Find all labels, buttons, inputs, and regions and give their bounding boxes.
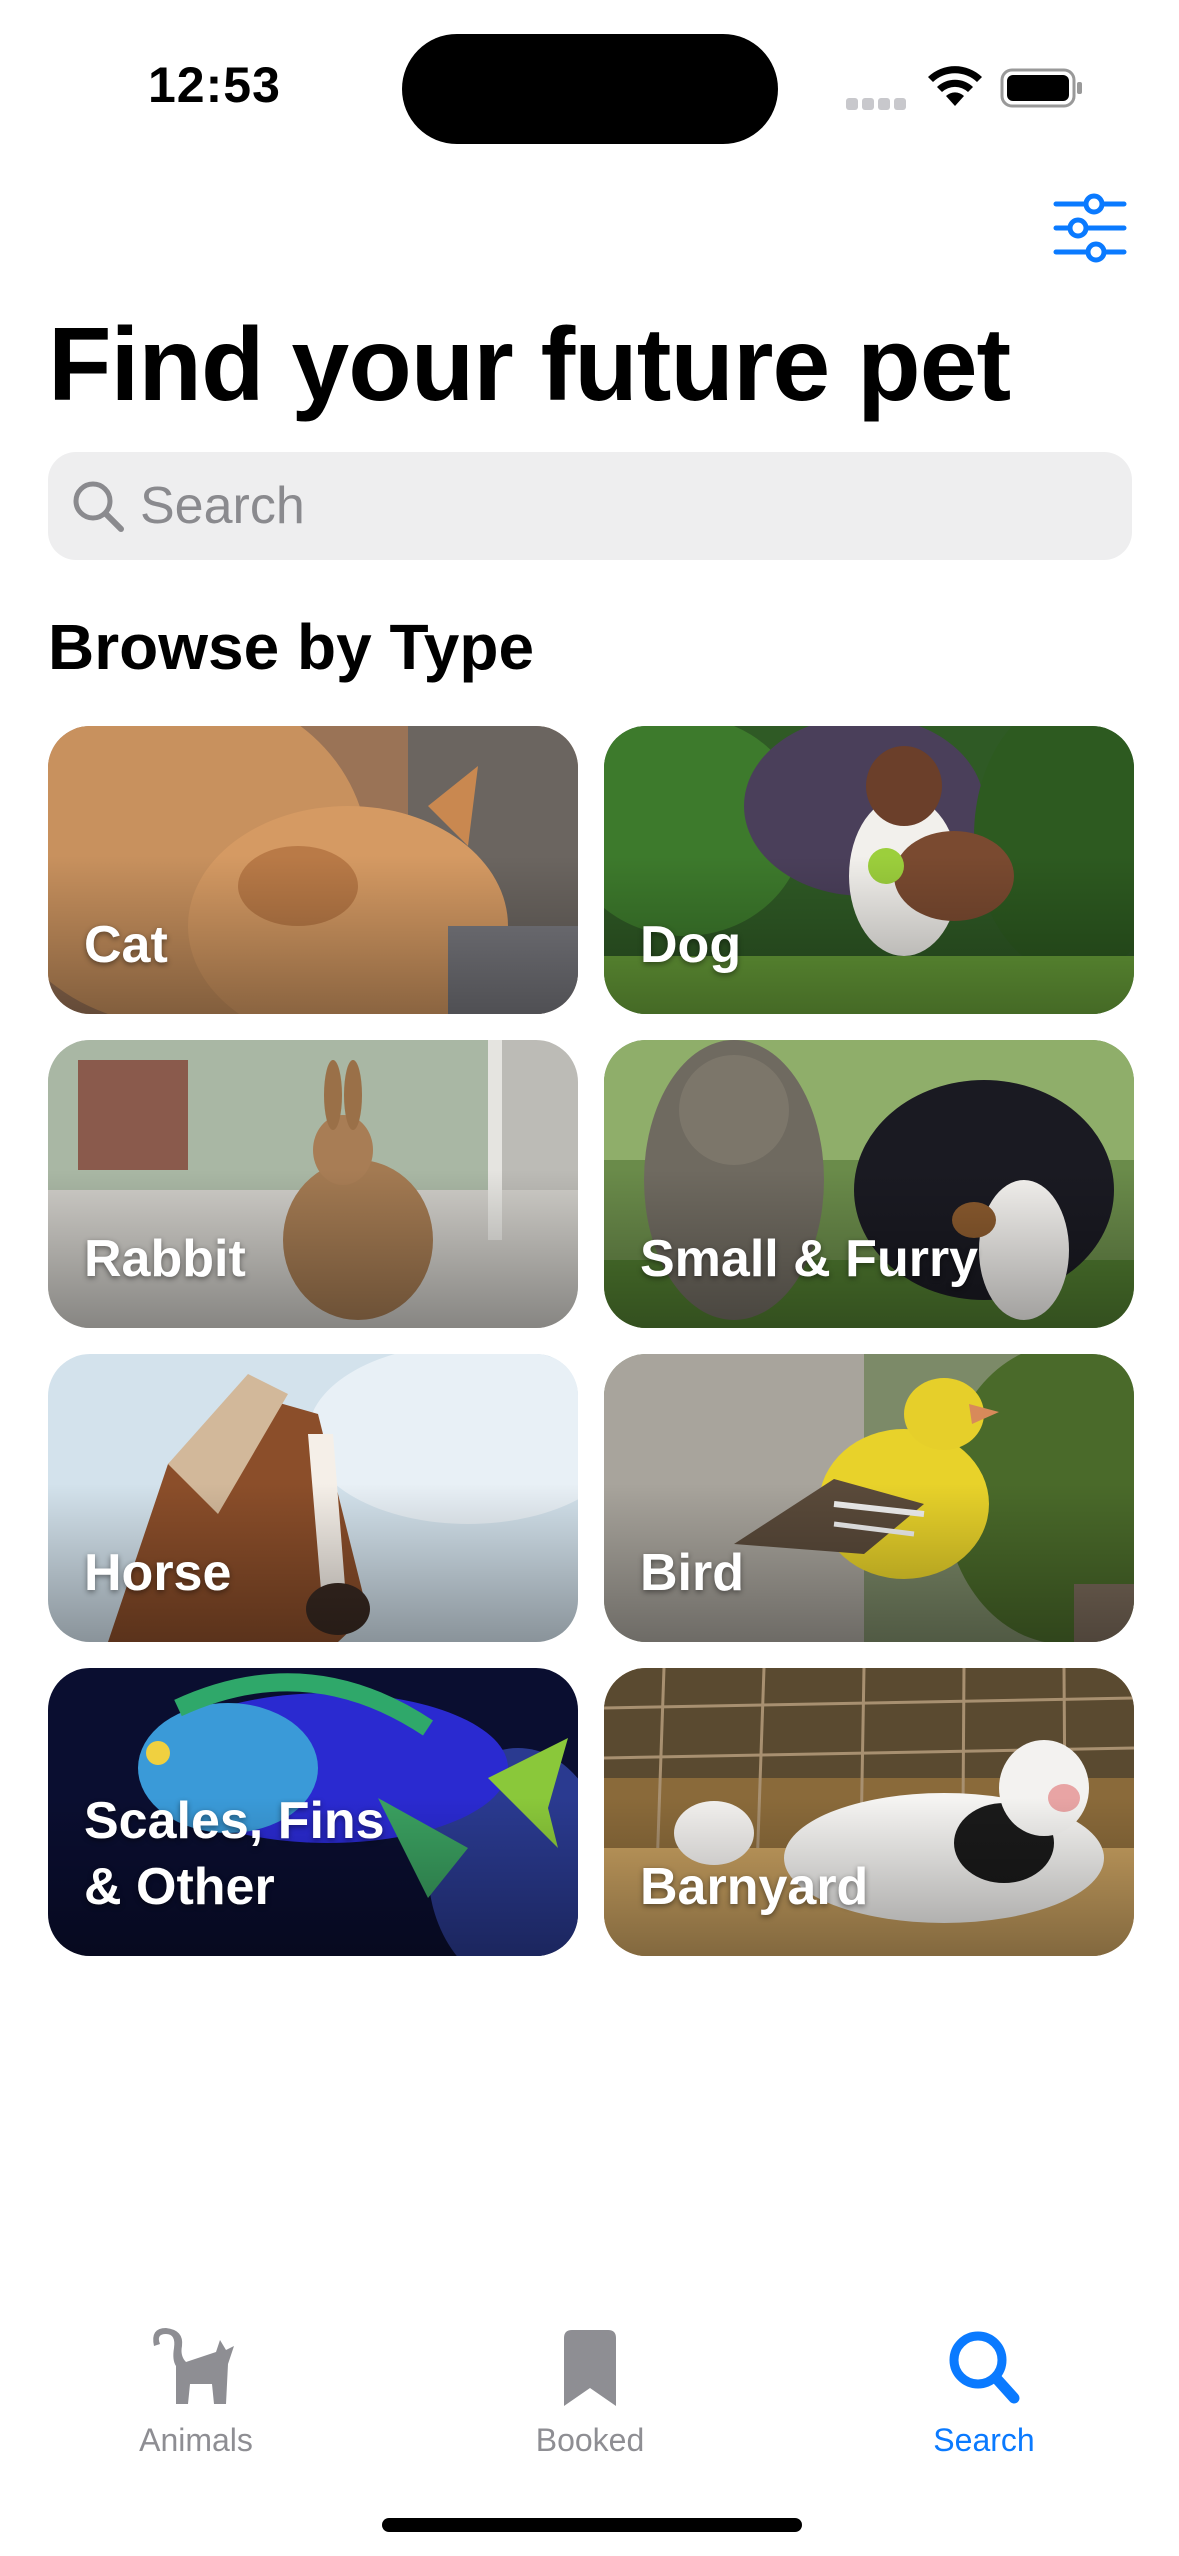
page-title: Find your future pet xyxy=(48,307,1011,423)
home-indicator[interactable] xyxy=(382,2518,802,2532)
screen: 12:53 Find your future pet Search Browse… xyxy=(0,0,1179,2556)
magnifier-icon xyxy=(949,2331,1020,2404)
tab-label: Animals xyxy=(139,2422,253,2458)
type-label: Rabbit xyxy=(84,1230,246,1288)
type-tile-rabbit[interactable]: Rabbit xyxy=(48,1040,578,1328)
type-label: Cat xyxy=(84,916,168,974)
type-grid: Cat Dog Rabbit Small & Furry Horse Bird … xyxy=(48,726,1134,1956)
sliders-icon xyxy=(1053,193,1127,263)
bookmark-icon xyxy=(564,2330,616,2406)
type-label: Barnyard xyxy=(640,1858,869,1916)
type-tile-horse[interactable]: Horse xyxy=(48,1354,578,1642)
search-field[interactable] xyxy=(48,452,1132,560)
filter-button[interactable] xyxy=(1050,192,1130,264)
section-title: Browse by Type xyxy=(48,611,535,683)
type-tile-barnyard[interactable]: Barnyard xyxy=(604,1668,1134,1956)
type-tile-small-furry[interactable]: Small & Furry xyxy=(604,1040,1134,1328)
wifi-icon xyxy=(928,66,982,106)
dynamic-island xyxy=(402,34,778,144)
cellular-signal-icon xyxy=(846,98,906,110)
tab-booked[interactable]: Booked xyxy=(470,2326,710,2476)
type-tile-scales-fins-other[interactable]: Scales, Fins & Other xyxy=(48,1668,578,1956)
search-icon xyxy=(73,481,124,532)
type-label: Horse xyxy=(84,1544,232,1602)
tab-label: Search xyxy=(933,2422,1035,2458)
search-input[interactable] xyxy=(140,452,1100,560)
type-tile-cat[interactable]: Cat xyxy=(48,726,578,1014)
tab-search[interactable]: Search xyxy=(864,2326,1104,2476)
type-tile-bird[interactable]: Bird xyxy=(604,1354,1134,1642)
type-label: Dog xyxy=(640,916,742,974)
type-label: Bird xyxy=(640,1544,744,1602)
status-time: 12:53 xyxy=(148,57,281,113)
tab-label: Booked xyxy=(535,2422,645,2458)
cat-icon xyxy=(153,2328,234,2404)
type-tile-dog[interactable]: Dog xyxy=(604,726,1134,1014)
tab-bar: Animals Booked Search xyxy=(0,2300,1179,2480)
battery-icon xyxy=(1000,68,1082,108)
type-label: Small & Furry xyxy=(640,1230,979,1288)
type-label: Scales, Fins & Other xyxy=(84,1792,385,1916)
tab-animals[interactable]: Animals xyxy=(76,2326,316,2476)
